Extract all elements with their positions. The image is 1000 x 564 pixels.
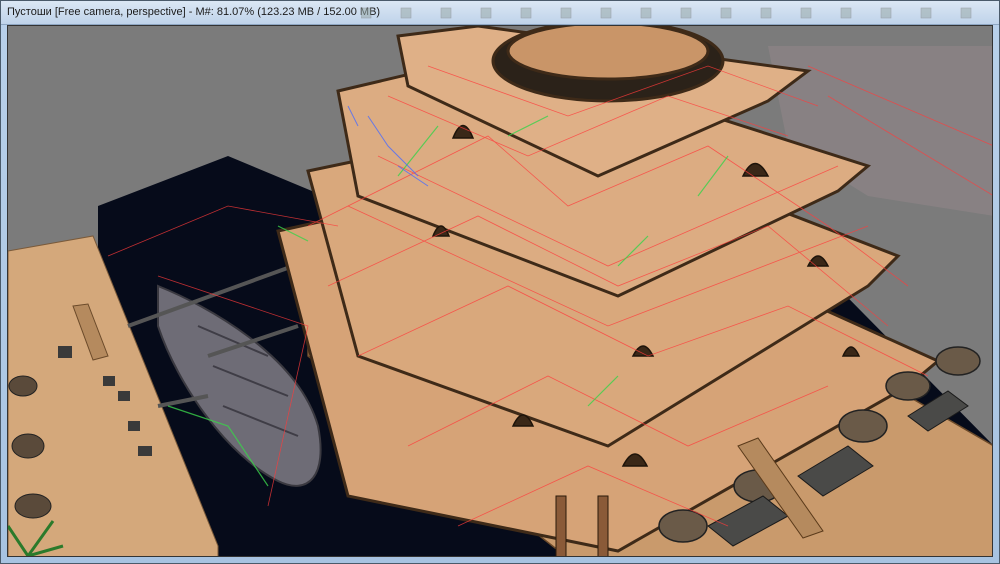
tool-icon — [400, 7, 412, 19]
tool-icon — [361, 7, 372, 19]
tool-icon — [520, 7, 532, 19]
tool-icon — [640, 7, 652, 19]
toolbar-icons-strip — [361, 7, 972, 19]
tool-icon — [600, 7, 612, 19]
tool-icon — [720, 7, 732, 19]
3d-viewport[interactable] — [7, 25, 993, 557]
tool-icon — [920, 7, 932, 19]
tool-icon — [840, 7, 852, 19]
tool-icon — [880, 7, 892, 19]
tool-icon — [440, 7, 452, 19]
tool-icon — [800, 7, 812, 19]
tool-icon — [680, 7, 692, 19]
tool-icon — [760, 7, 772, 19]
tool-icon — [960, 7, 972, 19]
tool-icon — [480, 7, 492, 19]
tool-icon — [560, 7, 572, 19]
editor-window: Пустоши [Free camera, perspective] - M#:… — [0, 0, 1000, 564]
window-title: Пустоши [Free camera, perspective] - M#:… — [7, 6, 381, 18]
title-bar[interactable]: Пустоши [Free camera, perspective] - M#:… — [1, 1, 999, 25]
scene-render — [8, 26, 992, 556]
